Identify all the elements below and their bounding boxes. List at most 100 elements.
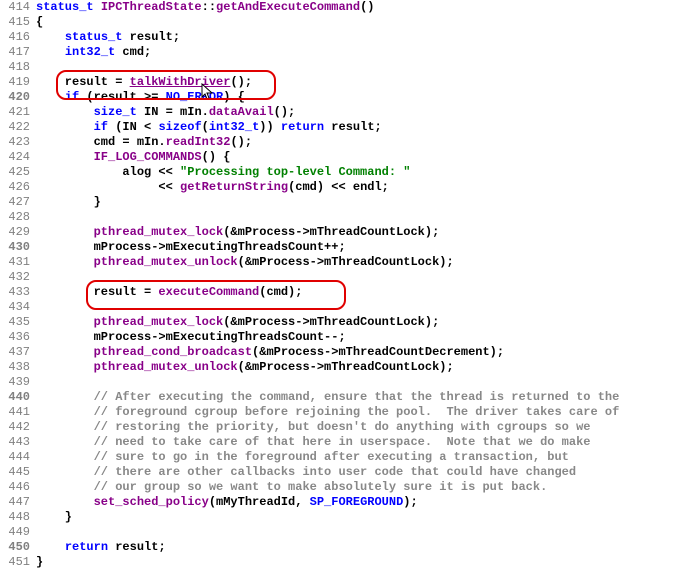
code-text: status_t IPCThreadState::getAndExecuteCo… xyxy=(36,0,696,15)
code-line: 439 xyxy=(0,375,696,390)
line-number: 446 xyxy=(0,480,36,495)
code-text: if (IN < sizeof(int32_t)) return result; xyxy=(36,120,696,135)
line-number: 445 xyxy=(0,465,36,480)
code-line: 447 set_sched_policy(mMyThreadId, SP_FOR… xyxy=(0,495,696,510)
code-text: if (result >= NO_ERROR) { xyxy=(36,90,696,105)
line-number: 415 xyxy=(0,15,36,30)
line-number: 417 xyxy=(0,45,36,60)
code-line: 421 size_t IN = mIn.dataAvail(); xyxy=(0,105,696,120)
code-line: 446 // our group so we want to make abso… xyxy=(0,480,696,495)
code-line: 427 } xyxy=(0,195,696,210)
code-text: // After executing the command, ensure t… xyxy=(36,390,696,405)
code-text: IF_LOG_COMMANDS() { xyxy=(36,150,696,165)
code-line: 433 result = executeCommand(cmd); xyxy=(0,285,696,300)
line-number: 444 xyxy=(0,450,36,465)
code-line: 417 int32_t cmd; xyxy=(0,45,696,60)
line-number: 423 xyxy=(0,135,36,150)
code-line: 438 pthread_mutex_unlock(&mProcess->mThr… xyxy=(0,360,696,375)
line-number: 418 xyxy=(0,60,36,75)
code-text: mProcess->mExecutingThreadsCount++; xyxy=(36,240,696,255)
code-text: // foreground cgroup before rejoining th… xyxy=(36,405,696,420)
line-number: 447 xyxy=(0,495,36,510)
line-number: 421 xyxy=(0,105,36,120)
code-text: pthread_mutex_lock(&mProcess->mThreadCou… xyxy=(36,225,696,240)
line-number: 430 xyxy=(0,240,36,255)
code-line: 428 xyxy=(0,210,696,225)
code-line: 432 xyxy=(0,270,696,285)
code-line: 416 status_t result; xyxy=(0,30,696,45)
code-text: << getReturnString(cmd) << endl; xyxy=(36,180,696,195)
code-line: 435 pthread_mutex_lock(&mProcess->mThrea… xyxy=(0,315,696,330)
code-text: // sure to go in the foreground after ex… xyxy=(36,450,696,465)
line-number: 443 xyxy=(0,435,36,450)
line-number: 442 xyxy=(0,420,36,435)
code-line: 448 } xyxy=(0,510,696,525)
code-line: 450 return result; xyxy=(0,540,696,555)
line-number: 437 xyxy=(0,345,36,360)
code-text: pthread_mutex_lock(&mProcess->mThreadCou… xyxy=(36,315,696,330)
line-number: 440 xyxy=(0,390,36,405)
code-line: 449 xyxy=(0,525,696,540)
line-number: 439 xyxy=(0,375,36,390)
code-line: 440 // After executing the command, ensu… xyxy=(0,390,696,405)
line-number: 431 xyxy=(0,255,36,270)
code-text: result = executeCommand(cmd); xyxy=(36,285,696,300)
code-text: { xyxy=(36,15,696,30)
line-number: 448 xyxy=(0,510,36,525)
line-number: 419 xyxy=(0,75,36,90)
code-line: 442 // restoring the priority, but doesn… xyxy=(0,420,696,435)
line-number: 414 xyxy=(0,0,36,15)
line-number: 427 xyxy=(0,195,36,210)
code-line: 423 cmd = mIn.readInt32(); xyxy=(0,135,696,150)
line-number: 426 xyxy=(0,180,36,195)
code-line: 444 // sure to go in the foreground afte… xyxy=(0,450,696,465)
code-text: } xyxy=(36,195,696,210)
line-number: 441 xyxy=(0,405,36,420)
code-text: alog << "Processing top-level Command: " xyxy=(36,165,696,180)
line-number: 449 xyxy=(0,525,36,540)
code-text: cmd = mIn.readInt32(); xyxy=(36,135,696,150)
code-text: status_t result; xyxy=(36,30,696,45)
line-number: 420 xyxy=(0,90,36,105)
line-number: 435 xyxy=(0,315,36,330)
code-line: 434 xyxy=(0,300,696,315)
line-number: 433 xyxy=(0,285,36,300)
line-number: 424 xyxy=(0,150,36,165)
code-text: return result; xyxy=(36,540,696,555)
code-line: 430 mProcess->mExecutingThreadsCount++; xyxy=(0,240,696,255)
code-text: } xyxy=(36,555,696,570)
code-text: pthread_cond_broadcast(&mProcess->mThrea… xyxy=(36,345,696,360)
code-text: result = talkWithDriver(); xyxy=(36,75,696,90)
code-text: pthread_mutex_unlock(&mProcess->mThreadC… xyxy=(36,255,696,270)
code-line: 431 pthread_mutex_unlock(&mProcess->mThr… xyxy=(0,255,696,270)
code-line: 415{ xyxy=(0,15,696,30)
code-listing: 414status_t IPCThreadState::getAndExecut… xyxy=(0,0,696,570)
code-text: // there are other callbacks into user c… xyxy=(36,465,696,480)
line-number: 451 xyxy=(0,555,36,570)
code-text: size_t IN = mIn.dataAvail(); xyxy=(36,105,696,120)
code-line: 418 xyxy=(0,60,696,75)
code-line: 425 alog << "Processing top-level Comman… xyxy=(0,165,696,180)
line-number: 425 xyxy=(0,165,36,180)
code-line: 422 if (IN < sizeof(int32_t)) return res… xyxy=(0,120,696,135)
code-text: // our group so we want to make absolute… xyxy=(36,480,696,495)
code-text: } xyxy=(36,510,696,525)
code-line: 424 IF_LOG_COMMANDS() { xyxy=(0,150,696,165)
code-line: 414status_t IPCThreadState::getAndExecut… xyxy=(0,0,696,15)
code-line: 443 // need to take care of that here in… xyxy=(0,435,696,450)
code-line: 445 // there are other callbacks into us… xyxy=(0,465,696,480)
code-line: 419 result = talkWithDriver(); xyxy=(0,75,696,90)
line-number: 438 xyxy=(0,360,36,375)
line-number: 416 xyxy=(0,30,36,45)
code-line: 420 if (result >= NO_ERROR) { xyxy=(0,90,696,105)
line-number: 436 xyxy=(0,330,36,345)
code-text: // need to take care of that here in use… xyxy=(36,435,696,450)
code-line: 451} xyxy=(0,555,696,570)
line-number: 428 xyxy=(0,210,36,225)
line-number: 434 xyxy=(0,300,36,315)
line-number: 429 xyxy=(0,225,36,240)
code-line: 437 pthread_cond_broadcast(&mProcess->mT… xyxy=(0,345,696,360)
code-text: pthread_mutex_unlock(&mProcess->mThreadC… xyxy=(36,360,696,375)
code-line: 429 pthread_mutex_lock(&mProcess->mThrea… xyxy=(0,225,696,240)
code-line: 426 << getReturnString(cmd) << endl; xyxy=(0,180,696,195)
